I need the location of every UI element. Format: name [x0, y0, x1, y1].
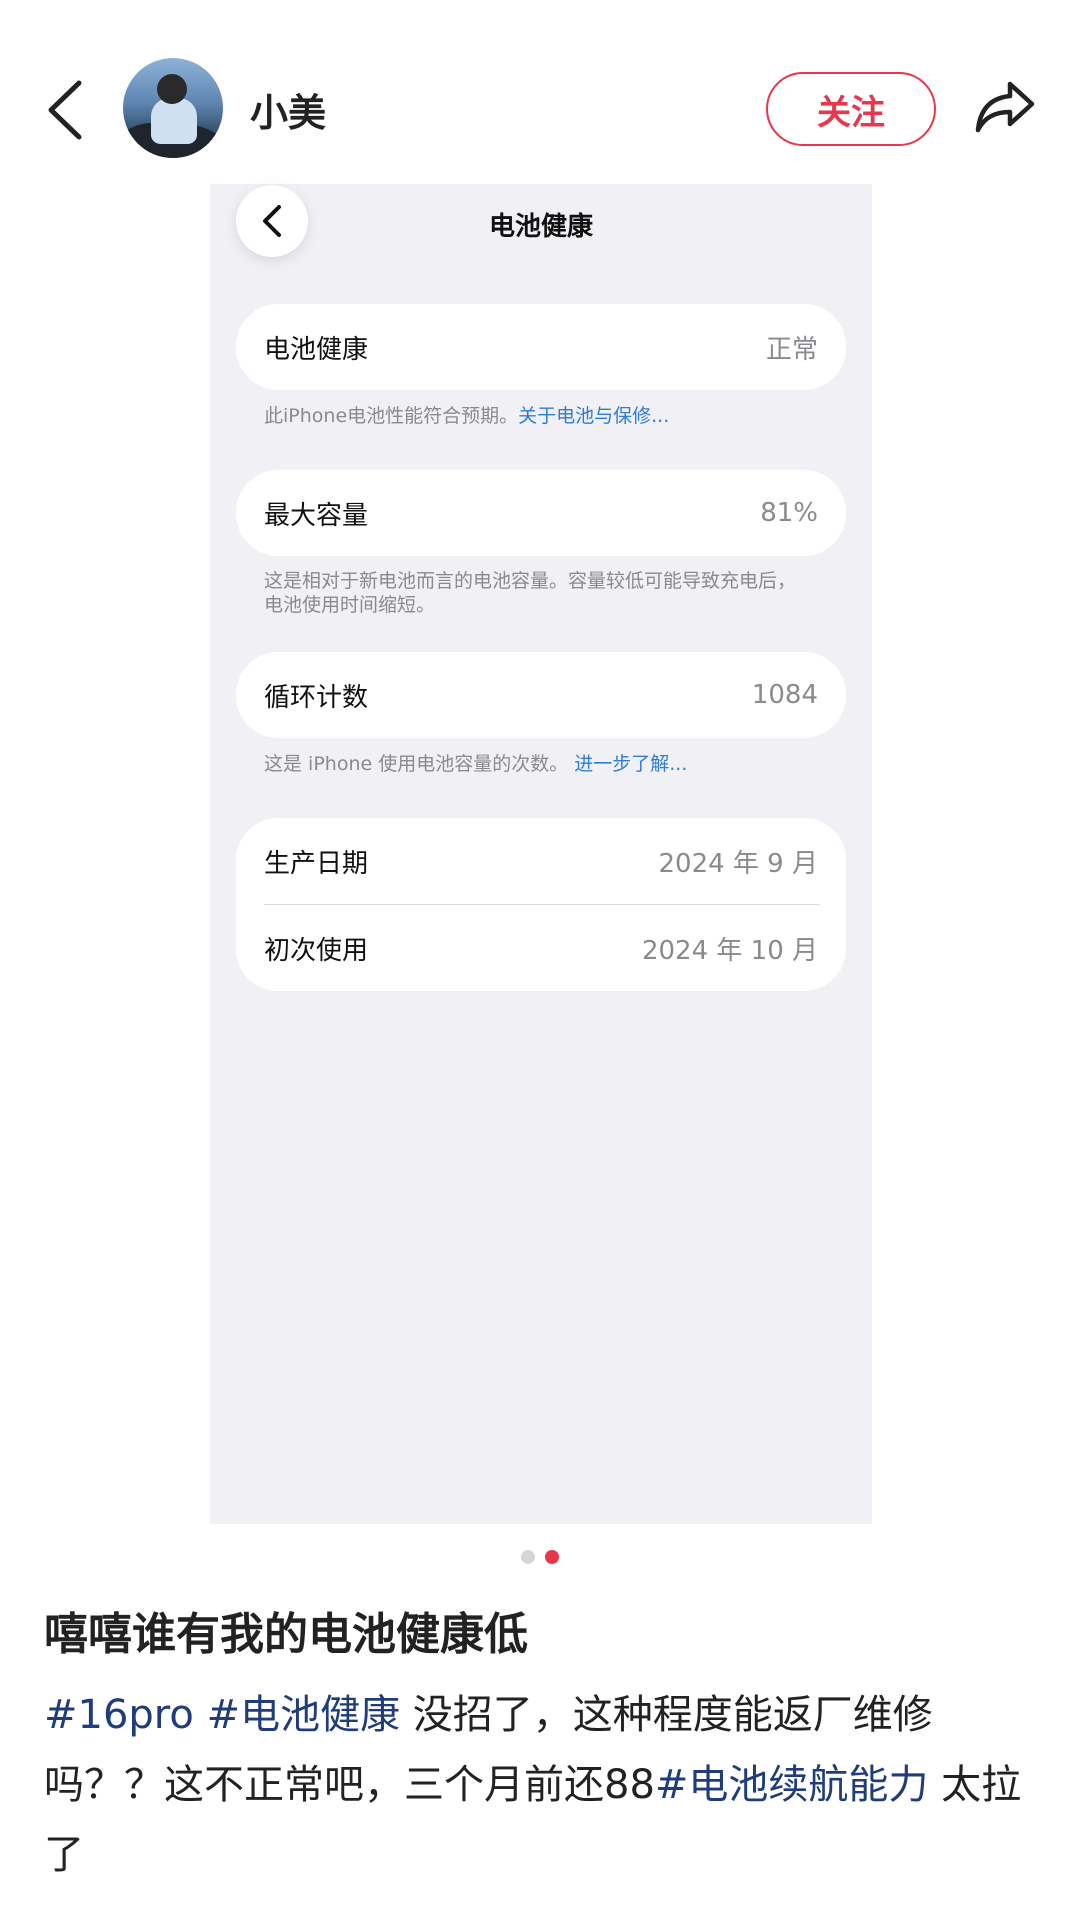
cycles-card: 循环计数 1084 [236, 652, 846, 738]
manufacture-label: 生产日期 [264, 848, 369, 879]
health-label: 电池健康 [264, 334, 369, 365]
page-indicator [0, 1550, 1080, 1564]
capacity-note-line1: 这是相对于新电池而言的电池容量。容量较低可能导致充电后， [264, 570, 797, 592]
page-dot-1[interactable] [521, 1550, 535, 1564]
first-use-value: 2024 年 10 月 [641, 935, 818, 966]
post-image[interactable]: 电池健康 电池健康 正常 此iPhone电池性能符合预期。关于电池与保修... … [210, 184, 872, 1524]
first-use-label: 初次使用 [264, 935, 369, 966]
cycles-note-link: 进一步了解... [574, 753, 688, 775]
capacity-note: 这是相对于新电池而言的电池容量。容量较低可能导致充电后， 电池使用时间缩短。 [264, 569, 824, 617]
cycles-label: 循环计数 [264, 682, 369, 713]
post-body: #16pro #电池健康 没招了，这种程度能返厂维修吗？？这不正常吧，三个月前还… [44, 1680, 1044, 1890]
capacity-label: 最大容量 [264, 500, 369, 531]
back-arrow-icon [48, 80, 82, 140]
post-title: 嘻嘻谁有我的电池健康低 [44, 1609, 528, 1660]
follow-button[interactable]: 关注 [766, 72, 936, 146]
cycles-note-text: 这是 iPhone 使用电池容量的次数。 [264, 753, 575, 775]
health-note: 此iPhone电池性能符合预期。关于电池与保修... [264, 404, 824, 428]
cycles-note: 这是 iPhone 使用电池容量的次数。 进一步了解... [264, 752, 824, 776]
capacity-note-line2: 电池使用时间缩短。 [264, 594, 436, 616]
cycles-value: 1084 [751, 680, 818, 710]
capacity-card: 最大容量 81% [236, 470, 846, 556]
health-note-text: 此iPhone电池性能符合预期。 [264, 405, 519, 427]
dates-card: 生产日期 2024 年 9 月 初次使用 2024 年 10 月 [236, 818, 846, 991]
avatar[interactable] [123, 58, 223, 158]
health-card: 电池健康 正常 [236, 304, 846, 390]
capacity-value: 81% [760, 498, 818, 528]
page-dot-2[interactable] [545, 1550, 559, 1564]
hashtag-battery-health[interactable]: #电池健康 [207, 1692, 401, 1738]
hashtag-battery-life[interactable]: #电池续航能力 [655, 1762, 929, 1808]
share-icon [975, 81, 1035, 133]
hashtag-16pro[interactable]: #16pro [44, 1692, 194, 1738]
username[interactable]: 小美 [250, 82, 326, 137]
inner-page-title: 电池健康 [488, 212, 593, 242]
share-button[interactable] [970, 72, 1040, 142]
health-note-link: 关于电池与保修... [518, 405, 670, 427]
manufacture-value: 2024 年 9 月 [658, 848, 818, 879]
back-button[interactable] [30, 70, 100, 150]
health-value: 正常 [765, 334, 818, 365]
